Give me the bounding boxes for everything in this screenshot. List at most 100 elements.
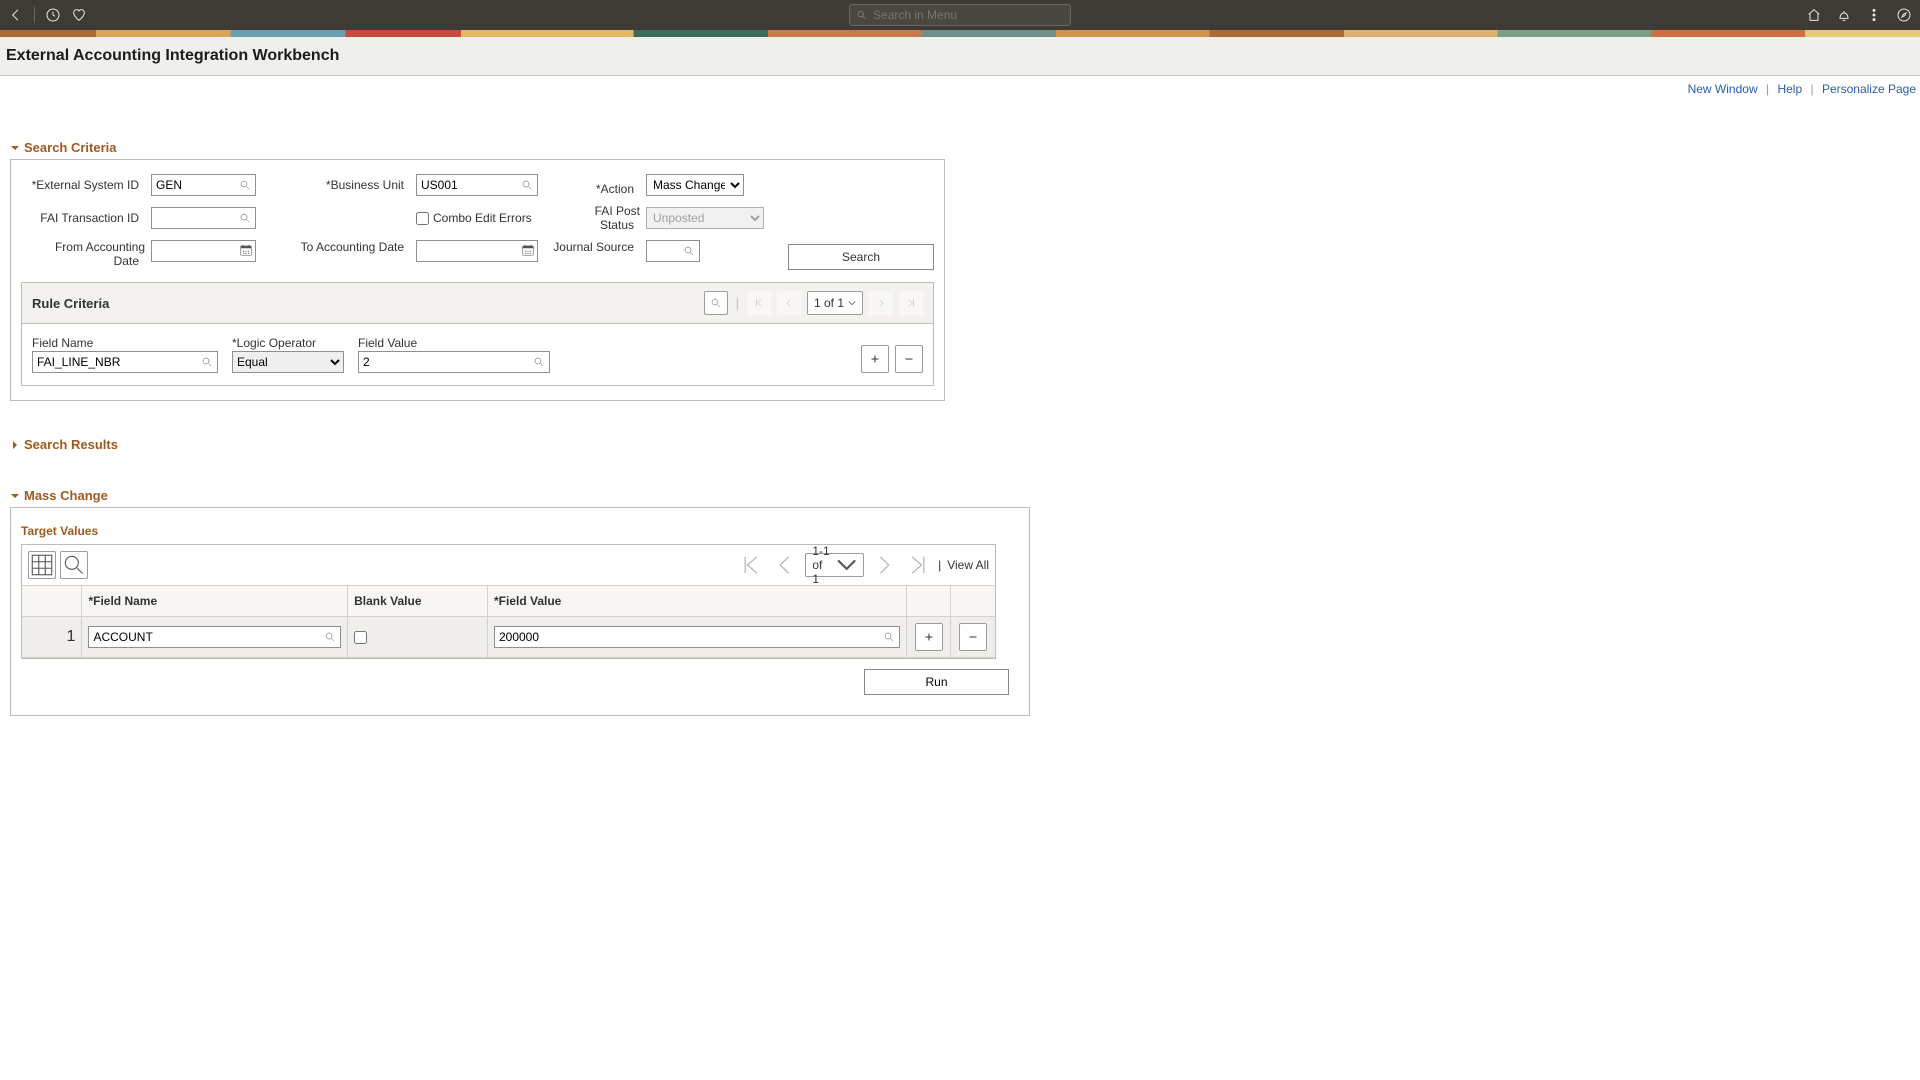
help-link[interactable]: Help xyxy=(1777,82,1802,96)
tv-counter-text: 1-1 of 1 xyxy=(812,544,831,586)
view-all-link[interactable]: View All xyxy=(947,558,989,572)
target-values-table: *Field Name Blank Value *Field Value 1 xyxy=(22,585,995,658)
rule-field-value-input[interactable] xyxy=(358,351,550,373)
rule-counter[interactable]: 1 of 1 xyxy=(807,291,863,315)
fai-transaction-id-label: FAI Transaction ID xyxy=(40,211,145,225)
combo-edit-errors-label: Combo Edit Errors xyxy=(433,211,532,225)
global-search-input[interactable] xyxy=(873,8,1064,22)
run-button[interactable]: Run xyxy=(864,669,1009,695)
target-values-title: Target Values xyxy=(21,524,1019,538)
rule-field-value-lookup-icon[interactable] xyxy=(531,354,547,370)
rule-logic-operator-label: *Logic Operator xyxy=(232,336,344,350)
rule-field-name-lookup-icon[interactable] xyxy=(199,354,215,370)
expand-chevron-right-icon xyxy=(10,440,20,450)
table-row: 1 xyxy=(22,617,995,658)
main-content: Search Criteria *External System ID *Bus… xyxy=(0,96,1920,726)
rule-next-icon[interactable] xyxy=(869,291,893,315)
tv-last-icon[interactable] xyxy=(904,551,932,579)
from-date-calendar-icon[interactable] xyxy=(239,243,253,257)
search-button[interactable]: Search xyxy=(788,244,934,270)
target-values-grid: 1-1 of 1 | View All xyxy=(21,544,996,659)
rule-criteria-panel: Rule Criteria | 1 of 1 Field Name xyxy=(21,282,934,386)
link-separator: | xyxy=(1761,82,1774,96)
tv-field-value-lookup-icon[interactable] xyxy=(881,629,897,645)
personalize-grid-icon[interactable] xyxy=(28,551,56,579)
rule-criteria-row: Field Name *Logic Operator Equal Field V… xyxy=(22,324,933,385)
tv-add-row-button[interactable] xyxy=(915,623,943,651)
col-delete xyxy=(951,586,995,617)
notifications-bell-icon[interactable] xyxy=(1836,7,1852,23)
search-results-label: Search Results xyxy=(24,437,118,452)
new-window-link[interactable]: New Window xyxy=(1688,82,1758,96)
favorite-heart-icon[interactable] xyxy=(71,7,87,23)
rule-add-row-button[interactable] xyxy=(861,345,889,373)
topbar-divider xyxy=(34,7,35,23)
business-unit-label: *Business Unit xyxy=(326,178,410,192)
external-system-id-lookup-icon[interactable] xyxy=(237,177,253,193)
tv-blank-value-checkbox[interactable] xyxy=(354,631,367,644)
journal-source-lookup-icon[interactable] xyxy=(681,243,697,259)
fai-transaction-id-lookup-icon[interactable] xyxy=(237,210,253,226)
page-title: External Accounting Integration Workbenc… xyxy=(6,47,1914,65)
search-criteria-header[interactable]: Search Criteria xyxy=(10,140,1910,155)
to-accounting-date-input[interactable] xyxy=(416,240,538,262)
collapse-chevron-down-icon xyxy=(10,143,20,153)
row-number: 1 xyxy=(22,617,82,658)
journal-source-label: Journal Source xyxy=(553,240,640,254)
external-system-id-label: *External System ID xyxy=(32,178,145,192)
to-accounting-date-label: To Accounting Date xyxy=(301,240,410,254)
combo-edit-errors-checkbox[interactable] xyxy=(416,212,429,225)
col-rownum xyxy=(22,586,82,617)
page-title-bar: External Accounting Integration Workbenc… xyxy=(0,37,1920,76)
topbar-left-group xyxy=(8,7,87,23)
mass-change-panel: Target Values 1- xyxy=(10,507,1030,716)
find-in-grid-icon[interactable] xyxy=(60,551,88,579)
rule-logic-operator-select[interactable]: Equal xyxy=(232,351,344,373)
home-icon[interactable] xyxy=(1806,7,1822,23)
rule-field-value-label: Field Value xyxy=(358,336,550,350)
chevron-down-icon xyxy=(848,299,856,307)
rule-prev-icon[interactable] xyxy=(777,291,801,315)
tv-field-name-lookup-icon[interactable] xyxy=(322,629,338,645)
link-separator: | xyxy=(1805,82,1818,96)
personalize-page-link[interactable]: Personalize Page xyxy=(1822,82,1916,96)
col-add xyxy=(907,586,951,617)
tv-prev-icon[interactable] xyxy=(771,551,799,579)
topbar-right-group xyxy=(1806,7,1912,23)
rule-criteria-grid-nav: | 1 of 1 xyxy=(704,291,923,315)
tv-counter[interactable]: 1-1 of 1 xyxy=(805,553,864,577)
fai-post-status-select: Unposted xyxy=(646,207,764,229)
search-results-header[interactable]: Search Results xyxy=(10,437,1910,452)
rule-field-name-input[interactable] xyxy=(32,351,218,373)
search-criteria-panel: *External System ID *Business Unit xyxy=(10,159,945,401)
tv-delete-row-button[interactable] xyxy=(959,623,987,651)
business-unit-lookup-icon[interactable] xyxy=(519,177,535,193)
col-blank-value: Blank Value xyxy=(348,586,488,617)
recent-icon[interactable] xyxy=(45,7,61,23)
rule-find-icon[interactable] xyxy=(704,291,728,315)
nav-divider: | xyxy=(938,558,941,572)
target-values-toolbar: 1-1 of 1 | View All xyxy=(22,545,995,585)
rule-first-icon[interactable] xyxy=(747,291,771,315)
rule-field-name-label: Field Name xyxy=(32,336,218,350)
mass-change-header[interactable]: Mass Change xyxy=(10,488,1910,503)
col-field-value: *Field Value xyxy=(487,586,906,617)
global-search[interactable] xyxy=(849,4,1071,26)
navbar-compass-icon[interactable] xyxy=(1896,7,1912,23)
tv-first-icon[interactable] xyxy=(737,551,765,579)
action-select[interactable]: Mass Change xyxy=(646,174,744,196)
brand-ribbon xyxy=(0,30,1920,37)
from-accounting-date-label: From Accounting Date xyxy=(55,240,145,268)
actions-kebab-icon[interactable] xyxy=(1866,7,1882,23)
back-arrow-icon[interactable] xyxy=(8,7,24,23)
rule-last-icon[interactable] xyxy=(899,291,923,315)
search-icon xyxy=(856,9,867,21)
tv-field-name-input[interactable] xyxy=(88,626,341,648)
rule-criteria-header: Rule Criteria | 1 of 1 xyxy=(22,283,933,324)
rule-counter-text: 1 of 1 xyxy=(814,296,844,310)
tv-next-icon[interactable] xyxy=(870,551,898,579)
to-date-calendar-icon[interactable] xyxy=(521,243,535,257)
rule-delete-row-button[interactable] xyxy=(895,345,923,373)
tv-field-value-input[interactable] xyxy=(494,626,900,648)
mass-change-label: Mass Change xyxy=(24,488,108,503)
